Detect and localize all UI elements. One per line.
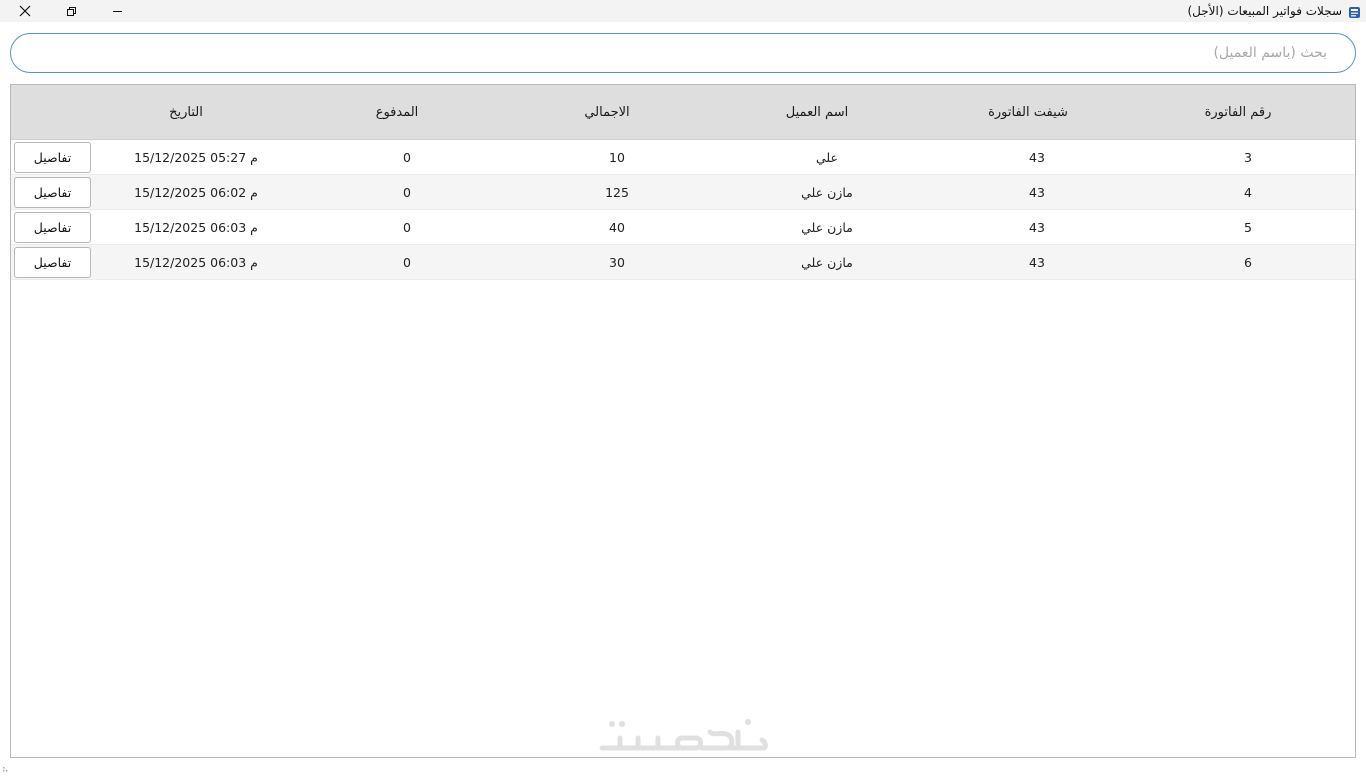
table-row[interactable]: 4 43 مازن علي 125 0 15/12/2025 06:02 م ت… (11, 175, 1355, 210)
column-header-invoice-no[interactable]: رقم الفاتورة (1205, 85, 1272, 140)
details-button[interactable]: تفاصيل (14, 212, 91, 243)
cell-date: 15/12/2025 06:03 م (134, 255, 258, 270)
cell-shift: 43 (1029, 220, 1045, 235)
cell-customer: مازن علي (801, 185, 853, 200)
search-input[interactable] (31, 38, 1327, 68)
column-header-date[interactable]: التاريخ (169, 85, 203, 140)
restore-icon (66, 6, 77, 17)
column-header-customer[interactable]: اسم العميل (786, 85, 848, 140)
column-header-paid[interactable]: المدفوع (376, 85, 419, 140)
app-icon (1348, 4, 1361, 18)
cell-total: 10 (609, 150, 625, 165)
table-header: رقم الفاتورة شيفت الفاتورة اسم العميل ال… (11, 85, 1355, 140)
cell-customer: علي (815, 150, 839, 165)
column-header-total[interactable]: الاجمالي (584, 85, 629, 140)
table-row[interactable]: 6 43 مازن علي 30 0 15/12/2025 06:03 م تف… (11, 245, 1355, 280)
invoices-table: رقم الفاتورة شيفت الفاتورة اسم العميل ال… (10, 84, 1356, 758)
minimize-icon (112, 6, 123, 17)
title-bar: سجلات فواتير المبيعات (الأجل) (0, 0, 1366, 22)
restore-button[interactable] (48, 0, 94, 22)
window-title: سجلات فواتير المبيعات (الأجل) (1187, 4, 1342, 18)
search-box (10, 33, 1356, 73)
cell-date: 15/12/2025 06:02 م (134, 185, 258, 200)
cell-paid: 0 (403, 220, 411, 235)
cell-customer: مازن علي (801, 220, 853, 235)
cell-invoice-no: 4 (1244, 185, 1252, 200)
cell-date: 15/12/2025 06:03 م (134, 220, 258, 235)
details-button[interactable]: تفاصيل (14, 247, 91, 278)
table-row[interactable]: 5 43 مازن علي 40 0 15/12/2025 06:03 م تف… (11, 210, 1355, 245)
details-button[interactable]: تفاصيل (14, 177, 91, 208)
table-row[interactable]: 3 43 علي 10 0 15/12/2025 05:27 م تفاصيل (11, 140, 1355, 175)
resize-grip-icon[interactable] (2, 758, 12, 772)
cell-invoice-no: 6 (1244, 255, 1252, 270)
cell-date: 15/12/2025 05:27 م (134, 150, 258, 165)
column-header-shift[interactable]: شيفت الفاتورة (988, 85, 1068, 140)
cell-paid: 0 (403, 185, 411, 200)
cell-paid: 0 (403, 150, 411, 165)
cell-shift: 43 (1029, 185, 1045, 200)
cell-shift: 43 (1029, 150, 1045, 165)
cell-invoice-no: 5 (1244, 220, 1252, 235)
close-icon (19, 5, 31, 17)
cell-total: 125 (605, 185, 629, 200)
cell-paid: 0 (403, 255, 411, 270)
minimize-button[interactable] (94, 0, 140, 22)
cell-total: 30 (609, 255, 625, 270)
cell-invoice-no: 3 (1244, 150, 1252, 165)
cell-total: 40 (609, 220, 625, 235)
cell-customer: مازن علي (801, 255, 853, 270)
close-button[interactable] (2, 0, 48, 22)
cell-shift: 43 (1029, 255, 1045, 270)
watermark-logo (598, 712, 768, 756)
details-button[interactable]: تفاصيل (14, 142, 91, 173)
